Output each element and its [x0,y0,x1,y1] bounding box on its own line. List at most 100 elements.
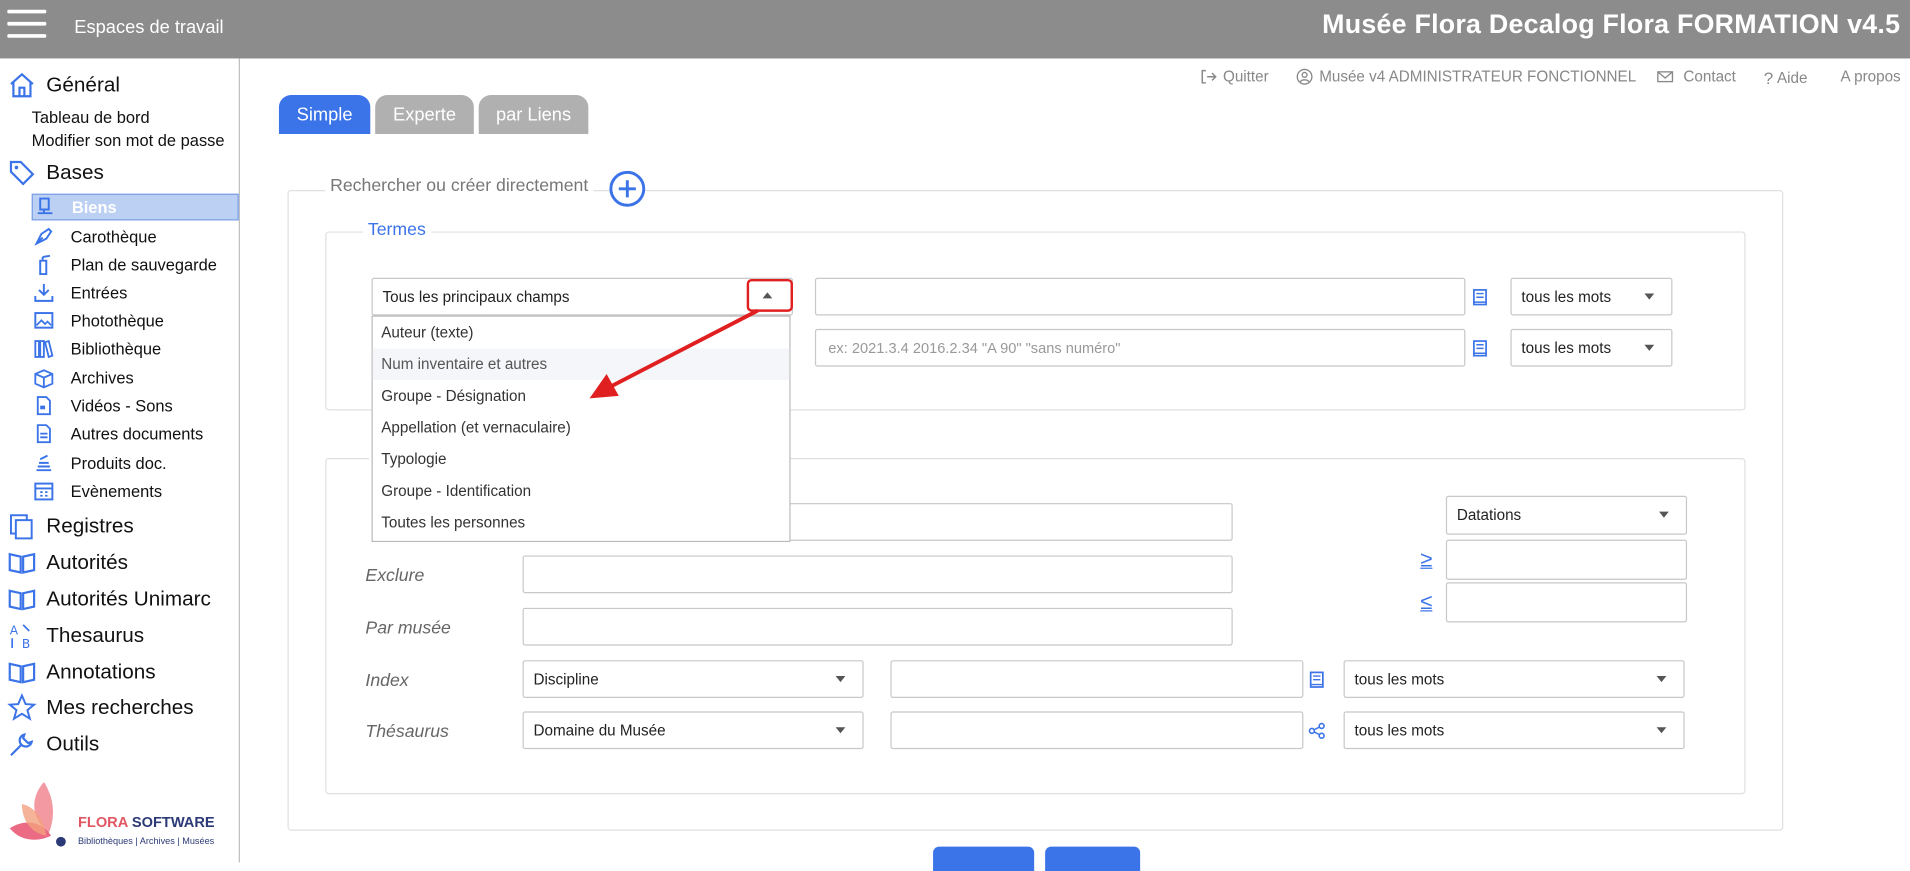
star-icon [7,693,37,721]
thesaurus-mode-value: tous les mots [1354,721,1445,739]
sidebar-section-mes-recherches[interactable]: Mes recherches [7,693,194,722]
search-legend: Rechercher ou créer directement [325,176,594,197]
sidebar-section-bases[interactable]: Bases [7,158,104,187]
sidebar-item-label: Bibliothèque [70,339,162,358]
book-icon[interactable] [1470,287,1489,306]
calendar-icon [34,482,54,501]
share-nodes-icon[interactable] [1307,721,1326,740]
sort-alpha-icon: AB [10,624,31,651]
match-mode-value: tous les mots [1521,288,1612,306]
thesaurus-select[interactable]: Domaine du Musée [522,711,864,750]
dropdown-option[interactable]: Typologie [373,443,790,475]
clear-button[interactable] [1045,846,1141,871]
sidebar-section-label: Autorités [46,550,129,574]
book-icon[interactable] [1307,670,1326,689]
sidebar-section-general[interactable]: Général [7,71,120,100]
contact-link[interactable]: Contact [1657,68,1736,85]
caret-up-icon[interactable] [762,292,773,299]
search-button[interactable] [933,846,1035,871]
annotation-arrow [589,308,759,399]
logo-brand-1: FLORA [77,813,128,831]
tab-simple[interactable]: Simple [278,95,371,134]
pen-icon [34,227,53,246]
help-label: Aide [1776,69,1808,87]
document-icon [36,424,51,444]
match-mode-select-2[interactable]: tous les mots [1510,328,1673,367]
video-file-icon [36,396,51,416]
index-mode-select[interactable]: tous les mots [1343,660,1685,698]
sidebar-item-archives[interactable]: Archives [32,364,239,391]
contact-label: Contact [1683,68,1736,86]
sidebar-item-videos-sons[interactable]: Vidéos - Sons [32,392,239,419]
dropdown-option[interactable]: Appellation (et vernaculaire) [373,412,790,444]
sidebar-link-password[interactable]: Modifier son mot de passe [32,132,225,150]
index-select[interactable]: Discipline [522,660,864,698]
museum-input[interactable] [522,607,1233,646]
sidebar-section-label: Annotations [46,660,156,684]
sidebar-item-biens[interactable]: Biens [31,193,239,221]
book-icon[interactable] [1470,339,1489,358]
exclude-input[interactable] [522,555,1233,594]
dropdown-option[interactable]: Groupe - Identification [373,475,790,507]
tag-icon [9,160,35,186]
sidebar-section-autorites-unimarc[interactable]: Autorités Unimarc [7,585,211,614]
logo-brand: FLORA SOFTWARE [78,814,215,831]
thesaurus-mode-select[interactable]: tous les mots [1343,711,1685,750]
thesaurus-input[interactable] [890,711,1304,750]
sidebar-item-evenements[interactable]: Evènements [32,477,239,504]
index-input[interactable] [890,660,1304,698]
sidebar-section-label: Outils [46,732,100,756]
download-icon [34,283,54,302]
hamburger-icon[interactable] [7,9,47,42]
sidebar-item-label: Carothèque [70,227,157,246]
date-to-input[interactable] [1445,582,1688,623]
index-label: Index [365,671,409,691]
sidebar-item-label: Evènements [70,481,163,501]
sidebar-item-carotheque[interactable]: Carothèque [32,223,239,250]
datations-value: Datations [1456,506,1522,524]
user-link[interactable]: Musée v4 ADMINISTRATEUR FONCTIONNEL [1296,68,1636,85]
sidebar-item-autres-documents[interactable]: Autres documents [32,420,239,447]
tab-par-liens[interactable]: par Liens [478,95,589,134]
help-link[interactable]: ? Aide [1764,68,1808,87]
sidebar-section-registres[interactable]: Registres [7,512,134,541]
datations-select[interactable]: Datations [1445,495,1688,535]
dropdown-option[interactable]: Toutes les personnes [373,507,790,539]
sidebar-section-annotations[interactable]: Annotations [7,658,156,687]
quit-link[interactable]: Quitter [1200,68,1269,85]
terms-legend: Termes [362,220,431,240]
sidebar-item-label: Biens [71,197,117,217]
field-select-value: Tous les principaux champs [382,288,570,306]
sidebar-item-produits-doc[interactable]: Produits doc. [32,449,239,476]
date-from-input[interactable] [1445,539,1688,580]
envelope-icon [1657,71,1674,83]
image-icon [34,312,54,329]
sidebar-item-label: Archives [70,368,134,387]
sidebar-item-plan-sauvegarde[interactable]: Plan de sauvegarde [32,251,239,278]
sidebar-link-dashboard[interactable]: Tableau de bord [32,108,150,126]
sidebar-section-autorites[interactable]: Autorités [7,548,128,577]
term-input-1[interactable] [814,277,1466,316]
lte-operator[interactable]: ≤ [1420,590,1432,616]
about-link[interactable]: A propos [1841,68,1901,85]
box-icon [34,369,54,389]
sidebar-section-label: Général [46,73,120,97]
sidebar-item-bibliotheque[interactable]: Bibliothèque [32,335,239,362]
exclude-label: Exclure [365,566,425,586]
logo-tagline: Bibliothèques | Archives | Musées [77,835,215,847]
tab-experte[interactable]: Experte [375,95,474,134]
copy-icon [9,514,33,540]
sidebar-item-phototheque[interactable]: Photothèque [32,307,239,334]
sidebar-section-thesaurus[interactable]: AB Thesaurus [7,621,145,651]
sidebar-item-entrees[interactable]: Entrées [32,279,239,306]
sidebar-section-label: Registres [46,514,134,538]
match-mode-select-1[interactable]: tous les mots [1510,277,1673,316]
index-mode-value: tous les mots [1354,670,1445,688]
logo-brand-2: SOFTWARE [131,813,215,831]
add-circle-icon[interactable] [609,170,646,208]
books-icon [34,339,54,359]
gte-operator[interactable]: ≥ [1420,547,1432,573]
sidebar-section-outils[interactable]: Outils [7,730,99,759]
sidebar-section-label: Thesaurus [46,623,145,647]
workspaces-menu[interactable]: Espaces de travail [74,17,223,38]
